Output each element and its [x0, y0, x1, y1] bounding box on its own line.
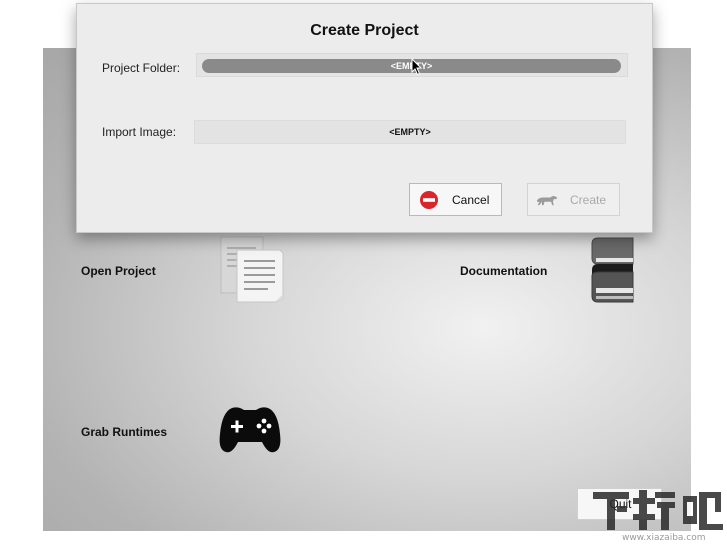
- dialog-title: Create Project: [310, 22, 419, 39]
- mouse-cursor-icon: [411, 57, 423, 76]
- documents-icon[interactable]: [218, 236, 288, 311]
- stop-icon: [418, 189, 440, 211]
- cancel-label: Cancel: [452, 192, 490, 207]
- create-button[interactable]: Create: [527, 183, 620, 216]
- watermark-site: www.xiazaiba.com: [622, 533, 706, 543]
- watermark-logo: [587, 486, 725, 537]
- import-image-field[interactable]: <EMPTY>: [194, 120, 626, 144]
- gamepad-icon[interactable]: [218, 404, 282, 459]
- open-project-label[interactable]: Open Project: [81, 264, 156, 278]
- books-icon[interactable]: [588, 236, 638, 309]
- panther-icon: [536, 189, 558, 211]
- grab-runtimes-label[interactable]: Grab Runtimes: [81, 425, 167, 439]
- project-folder-label: Project Folder:: [102, 61, 181, 75]
- import-image-label: Import Image:: [102, 125, 177, 139]
- cancel-button[interactable]: Cancel: [409, 183, 502, 216]
- documentation-label[interactable]: Documentation: [460, 264, 547, 278]
- create-project-dialog: Create Project Project Folder: <EMPTY> I…: [76, 3, 653, 233]
- create-label: Create: [570, 192, 607, 207]
